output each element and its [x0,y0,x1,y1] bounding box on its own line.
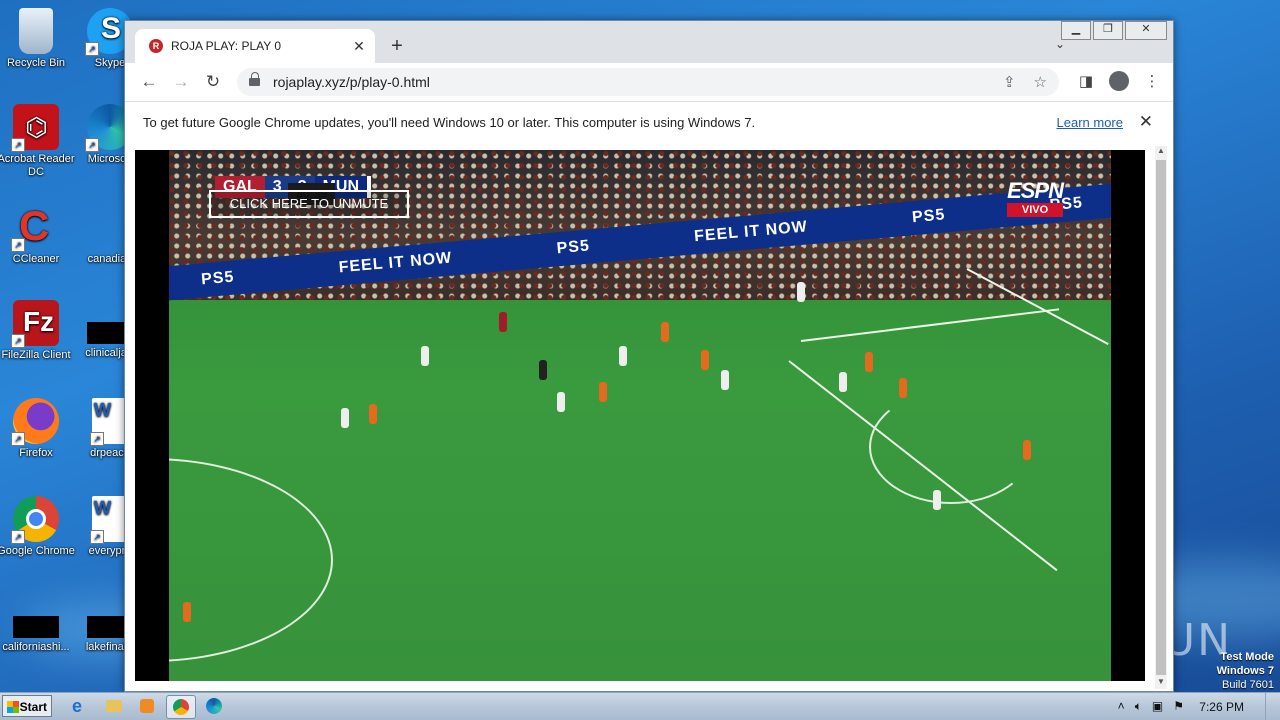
scroll-up-arrow-icon[interactable]: ▲ [1155,146,1167,158]
network-icon[interactable]: ▣ [1152,699,1163,714]
ccleaner-icon: C ↗ [11,202,59,252]
player-figure [899,378,907,398]
reload-icon[interactable]: ↻ [197,72,229,92]
learn-more-link[interactable]: Learn more [1057,115,1123,130]
tab-close-icon[interactable]: ✕ [349,38,369,55]
player-figure [1023,440,1031,460]
url-text: rojaplay.xyz/p/play-0.html [273,74,430,90]
player-figure [499,312,507,332]
show-desktop-button[interactable] [1265,693,1280,720]
windows-flag-icon [7,701,19,713]
chrome-icon: ↗ [11,496,59,544]
live-badge: VIVO [1007,203,1063,217]
player-figure [599,382,607,402]
windows-version-info: Test Mode Windows 7 Build 7601 [1216,651,1274,691]
tray-expand-icon[interactable]: ˄ [1118,699,1125,714]
tab-title: ROJA PLAY: PLAY 0 [171,39,282,53]
word-doc-icon: W ↗ [90,398,128,446]
side-panel-icon[interactable]: ◨ [1075,72,1097,90]
player-figure [661,322,669,342]
player-figure [557,392,565,412]
start-button[interactable]: Start [2,695,52,717]
roja-favicon-icon: R [149,39,163,53]
bookmark-star-icon[interactable]: ☆ [1034,73,1047,91]
espn-logo: ESPN VIVO [1007,178,1064,217]
tab-search-chevron-icon[interactable]: ⌄ [1055,37,1065,51]
player-figure [341,408,349,428]
filezilla-icon: Fz ↗ [11,300,59,348]
share-icon[interactable]: ⇪ [1003,73,1016,91]
taskbar-media-player-icon[interactable] [134,695,162,717]
infobar-message: To get future Google Chrome updates, you… [143,115,756,130]
player-figure [701,350,709,370]
pitch-line [800,308,1060,342]
scrollbar-thumb[interactable] [1156,160,1166,675]
taskbar-explorer-icon[interactable] [100,695,128,717]
taskbar-ie-icon[interactable]: e [66,695,94,717]
volume-icon[interactable]: 🔈︎ [1135,699,1142,714]
unmute-button[interactable]: CLICK HERE TO UNMUTE [209,190,409,218]
forward-arrow-icon[interactable]: → [165,72,197,92]
player-figure [839,372,847,392]
infobar-close-icon[interactable]: ✕ [1139,112,1153,132]
system-clock[interactable]: 7:26 PM [1199,700,1244,714]
lock-icon [249,72,261,87]
player-figure [421,346,429,366]
firefox-icon: ↗ [11,398,59,446]
action-center-flag-icon[interactable]: ⚑ [1173,699,1184,714]
tab-roja-play[interactable]: R ROJA PLAY: PLAY 0 ✕ [135,29,375,63]
acrobat-icon: ⌬ ↗ [11,104,59,152]
new-tab-button[interactable]: + [387,35,407,58]
video-frame: PS5 FEEL IT NOW PS5 FEEL IT NOW PS5 PS5 [169,150,1111,681]
taskbar: Start e ˄ 🔈︎ ▣ ⚑ 7:26 PM [0,692,1280,720]
chrome-window: ▁ ❐ ✕ R ROJA PLAY: PLAY 0 ✕ + ⌄ ← → ↻ ro… [124,20,1174,692]
tab-strip: R ROJA PLAY: PLAY 0 ✕ + ⌄ [125,21,1173,63]
desktop-icon-chrome[interactable]: ↗ Google Chrome [0,496,76,558]
browser-toolbar: ← → ↻ rojaplay.xyz/p/play-0.html ⇪ ☆ ◨ ⋮ [125,63,1173,101]
update-infobar: To get future Google Chrome updates, you… [125,101,1173,145]
player-figure [539,360,547,380]
menu-kebab-icon[interactable]: ⋮ [1141,72,1163,90]
blank-file-icon [13,616,59,638]
recycle-bin-icon [19,8,53,54]
video-player[interactable]: PS5 FEEL IT NOW PS5 FEEL IT NOW PS5 PS5 [135,150,1145,681]
page-content: PS5 FEEL IT NOW PS5 FEEL IT NOW PS5 PS5 [125,144,1173,691]
system-tray: ˄ 🔈︎ ▣ ⚑ [1118,699,1184,714]
back-arrow-icon[interactable]: ← [133,72,165,92]
player-figure [619,346,627,366]
desktop-icon-recycle-bin[interactable]: Recycle Bin [0,8,76,70]
desktop-icon-californiashi[interactable]: californiashi... [0,616,76,654]
desktop-icon-acrobat[interactable]: ⌬ ↗ Acrobat Reader DC [0,104,76,179]
word-doc-icon: W ↗ [90,496,128,544]
player-figure [797,282,805,302]
player-figure [369,404,377,424]
penalty-arc [869,390,1033,504]
player-figure [183,602,191,622]
taskbar-edge-icon[interactable] [200,695,228,717]
center-circle-arc [169,458,333,662]
desktop-icon-filezilla[interactable]: Fz ↗ FileZilla Client [0,300,76,362]
player-figure [933,490,941,510]
scroll-down-arrow-icon[interactable]: ▼ [1155,677,1167,689]
player-figure [721,370,729,390]
desktop-icon-firefox[interactable]: ↗ Firefox [0,398,76,460]
profile-avatar-icon[interactable] [1109,71,1129,91]
desktop-icon-ccleaner[interactable]: C ↗ CCleaner [0,202,76,266]
player-figure [865,352,873,372]
page-scrollbar[interactable]: ▲ ▼ [1155,146,1167,689]
taskbar-chrome-icon[interactable] [166,695,196,719]
address-bar[interactable]: rojaplay.xyz/p/play-0.html ⇪ ☆ [237,68,1059,96]
